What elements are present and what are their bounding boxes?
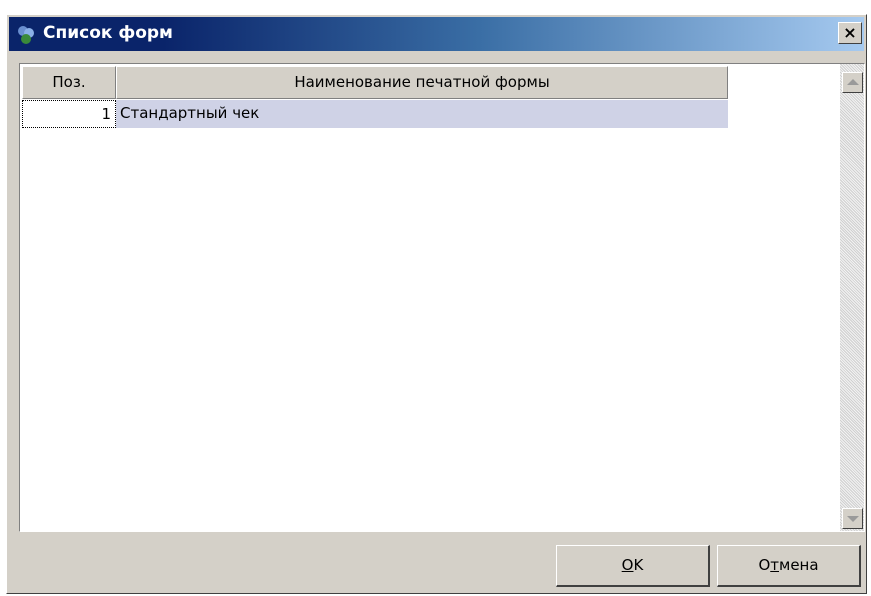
window-title: Список форм	[43, 23, 173, 43]
close-button[interactable]: ×	[838, 22, 862, 44]
column-header-name[interactable]: Наименование печатной формы	[116, 66, 728, 99]
cancel-mnemonic: т	[770, 556, 779, 574]
cell-form-name[interactable]: Стандартный чек	[116, 100, 728, 128]
cancel-button[interactable]: Отмена	[717, 545, 861, 587]
scroll-up-button[interactable]	[842, 72, 863, 93]
scroll-down-arrow-icon	[847, 516, 859, 522]
close-icon: ×	[843, 23, 857, 42]
column-header-pos[interactable]: Поз.	[22, 66, 116, 99]
cell-pos[interactable]: 1	[22, 100, 116, 128]
scroll-down-button[interactable]	[842, 508, 863, 529]
table-row[interactable]: 1 Стандартный чек	[22, 100, 728, 128]
cancel-label-rest: мена	[779, 556, 819, 574]
form-list-grid[interactable]: Поз. Наименование печатной формы 1 Станд…	[19, 63, 865, 532]
title-bar[interactable]: Список форм ×	[9, 17, 864, 51]
cancel-label-pre: О	[758, 556, 771, 574]
vertical-scrollbar[interactable]	[840, 64, 864, 531]
ok-label-rest: K	[633, 556, 644, 574]
form-list-icon	[18, 26, 34, 44]
ok-mnemonic: O	[621, 556, 634, 574]
form-list-dialog: Список форм × Поз. Наименование печатной…	[6, 14, 867, 594]
ok-button[interactable]: OK	[556, 545, 710, 587]
scroll-up-arrow-icon	[847, 79, 859, 85]
